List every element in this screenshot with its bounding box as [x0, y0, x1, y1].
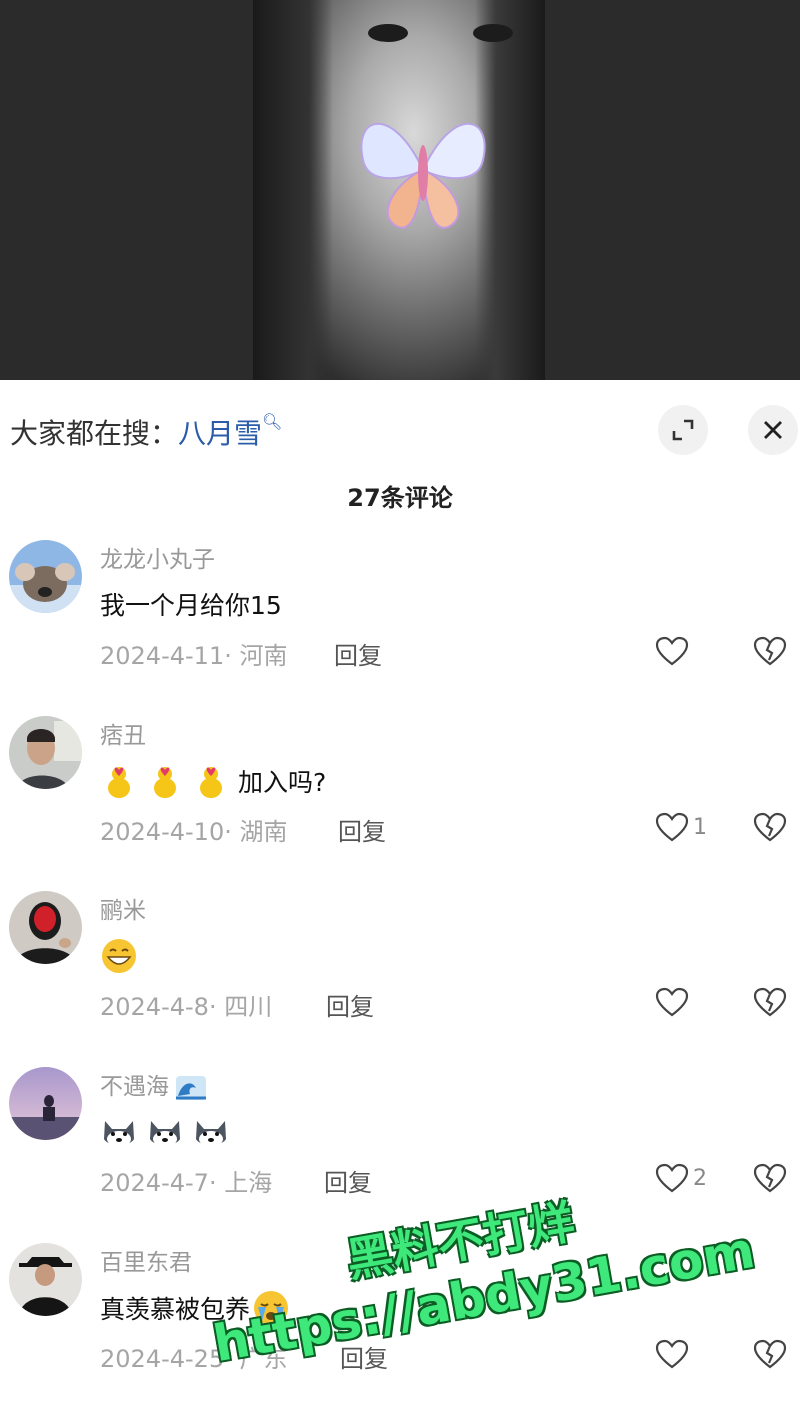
- comment-date: 2024-4-11: [100, 642, 225, 670]
- comment-date: 2024-4-7: [100, 1169, 209, 1197]
- avatar[interactable]: [9, 891, 82, 964]
- husky-emoji-icon: [196, 1121, 226, 1147]
- comment-location: 湖南: [239, 818, 288, 846]
- expand-button[interactable]: [658, 405, 708, 455]
- avatar[interactable]: [9, 716, 82, 789]
- like-count: 1: [693, 814, 707, 840]
- face-eye-right: [473, 24, 513, 42]
- comment-meta: 2024-4-10· 湖南: [100, 818, 288, 846]
- broken-heart-icon: [753, 636, 787, 666]
- comment-item: 鹂米 2024-4-8· 四川 回复: [0, 891, 800, 1061]
- reply-button[interactable]: 回复: [326, 987, 374, 1022]
- like-count: 2: [693, 1165, 707, 1191]
- comment-text: [100, 937, 146, 975]
- username[interactable]: 百里东君: [100, 1243, 192, 1277]
- butterfly-sticker: [360, 122, 486, 229]
- broken-heart-icon: [753, 812, 787, 842]
- comment-text: 我一个月给你15: [100, 591, 282, 620]
- comment-text: [100, 1113, 238, 1151]
- search-suggestion[interactable]: 大家都在搜：八月雪🔍︎: [10, 412, 282, 452]
- reply-button[interactable]: 回复: [324, 1163, 372, 1198]
- dislike-button[interactable]: [753, 987, 787, 1021]
- heart-icon: [655, 1163, 689, 1193]
- avatar[interactable]: [9, 540, 82, 613]
- bee-heart-emoji-icon: [200, 767, 222, 798]
- dislike-button[interactable]: [753, 1163, 787, 1197]
- search-icon: 🔍︎: [262, 412, 283, 431]
- comment-meta: 2024-4-7· 上海: [100, 1169, 273, 1197]
- video-player[interactable]: [0, 0, 800, 380]
- comment-text-body: 加入吗?: [238, 768, 327, 797]
- video-thumbnail: [253, 0, 545, 380]
- expand-icon: [672, 419, 694, 441]
- hair-left: [253, 0, 333, 380]
- comment-meta: 2024-4-11· 河南: [100, 642, 288, 670]
- broken-heart-icon: [753, 987, 787, 1017]
- username[interactable]: 不遇海: [100, 1067, 207, 1101]
- search-suggestion-prefix: 大家都在搜：: [10, 417, 179, 450]
- comment-count: 27条评论: [347, 484, 453, 512]
- dislike-button[interactable]: [753, 812, 787, 846]
- close-icon: [764, 421, 782, 439]
- comment-date: 2024-4-25: [100, 1345, 225, 1373]
- dislike-button[interactable]: [753, 636, 787, 670]
- comment-location: 上海: [224, 1169, 273, 1197]
- like-button[interactable]: 1: [655, 812, 707, 842]
- avatar[interactable]: [9, 1243, 82, 1316]
- comment-item: 痞丑 加入吗? 2024-4-10· 湖南 回复 1: [0, 716, 800, 886]
- comment-date: 2024-4-10: [100, 818, 225, 846]
- broken-heart-icon: [753, 1163, 787, 1193]
- like-button[interactable]: [655, 987, 693, 1017]
- wave-emoji-icon: [176, 1075, 207, 1100]
- comment-meta: 2024-4-8· 四川: [100, 993, 273, 1021]
- close-button[interactable]: [748, 405, 798, 455]
- face-eye-left: [368, 24, 408, 42]
- reply-button[interactable]: 回复: [338, 812, 386, 847]
- reply-button[interactable]: 回复: [334, 636, 382, 671]
- comment-item: 不遇海 2024-4-7· 上海 回复 2: [0, 1067, 800, 1237]
- comment-date: 2024-4-8: [100, 993, 209, 1021]
- username-text: 不遇海: [100, 1074, 169, 1100]
- like-button[interactable]: 2: [655, 1163, 707, 1193]
- bee-heart-emoji-icon: [154, 767, 176, 798]
- username[interactable]: 痞丑: [100, 716, 146, 750]
- search-suggestion-keyword[interactable]: 八月雪: [178, 417, 262, 450]
- username[interactable]: 鹂米: [100, 891, 146, 925]
- dislike-button[interactable]: [753, 1339, 787, 1373]
- avatar[interactable]: [9, 1067, 82, 1140]
- husky-emoji-icon: [150, 1121, 180, 1147]
- like-button[interactable]: [655, 1339, 693, 1369]
- heart-icon: [655, 636, 689, 666]
- username[interactable]: 龙龙小丸子: [100, 540, 215, 574]
- broken-heart-icon: [753, 1339, 787, 1369]
- comment-text: 加入吗?: [100, 762, 326, 800]
- like-button[interactable]: [655, 636, 693, 666]
- bee-heart-emoji-icon: [108, 767, 130, 798]
- comment-location: 河南: [239, 642, 288, 670]
- heart-icon: [655, 812, 689, 842]
- husky-emoji-icon: [104, 1121, 134, 1147]
- comment-item: 龙龙小丸子 我一个月给你15 2024-4-11· 河南 回复: [0, 540, 800, 710]
- heart-icon: [655, 1339, 689, 1369]
- comment-location: 四川: [224, 993, 273, 1021]
- grinning-face-emoji-icon: [102, 939, 136, 973]
- heart-icon: [655, 987, 689, 1017]
